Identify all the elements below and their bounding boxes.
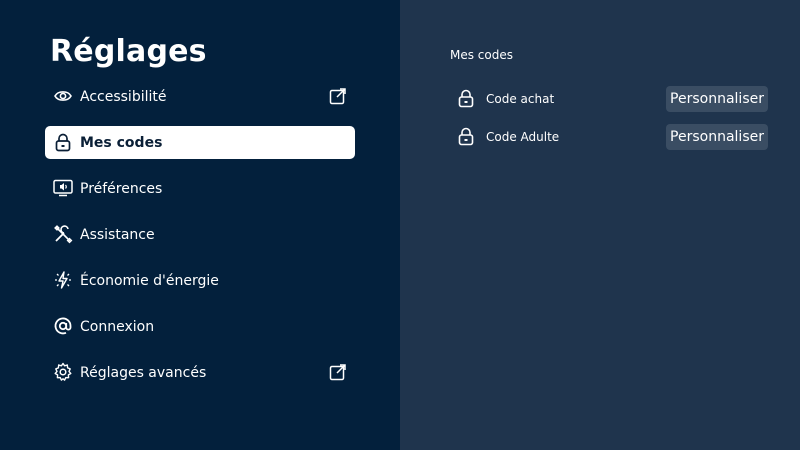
external-link-icon — [329, 363, 347, 381]
menu-item-preferences[interactable]: Préférences — [45, 172, 355, 205]
personnaliser-button[interactable]: Personnaliser — [666, 124, 768, 150]
energy-icon — [53, 270, 73, 290]
code-row-achat: Code achat Personnaliser — [458, 86, 768, 112]
lock-icon — [458, 127, 476, 147]
code-label: Code achat — [486, 92, 555, 106]
menu-item-assistance[interactable]: Assistance — [45, 218, 355, 251]
menu-item-reglages-avances[interactable]: Réglages avancés — [45, 356, 355, 389]
codes-panel: Mes codes Code achat Personnaliser Code … — [400, 0, 800, 450]
menu-item-label: Connexion — [80, 318, 155, 335]
tv-sound-icon — [53, 178, 73, 198]
personnaliser-button[interactable]: Personnaliser — [666, 86, 768, 112]
page-title: Réglages — [50, 34, 207, 69]
menu-item-label: Accessibilité — [80, 88, 167, 105]
menu-item-accessibilite[interactable]: Accessibilité — [45, 80, 355, 113]
menu-item-label: Assistance — [80, 226, 155, 243]
external-link-icon — [329, 87, 347, 105]
menu-item-label: Mes codes — [80, 134, 163, 151]
settings-menu: Accessibilité Mes codes Préférences Assi… — [45, 80, 355, 402]
menu-item-label: Économie d'énergie — [80, 272, 219, 289]
menu-item-economie-energie[interactable]: Économie d'énergie — [45, 264, 355, 297]
menu-item-mes-codes[interactable]: Mes codes — [45, 126, 355, 159]
menu-item-connexion[interactable]: Connexion — [45, 310, 355, 343]
code-row-adulte: Code Adulte Personnaliser — [458, 124, 768, 150]
settings-screen: Réglages Accessibilité Mes codes Préfére… — [0, 0, 800, 450]
menu-item-label: Réglages avancés — [80, 364, 207, 381]
eye-icon — [53, 86, 73, 106]
section-title: Mes codes — [450, 48, 513, 62]
lock-icon — [53, 132, 73, 152]
tools-icon — [53, 224, 73, 244]
settings-sidebar: Réglages Accessibilité Mes codes Préfére… — [0, 0, 400, 450]
at-icon — [53, 316, 73, 336]
gear-icon — [53, 362, 73, 382]
code-label: Code Adulte — [486, 130, 560, 144]
menu-item-label: Préférences — [80, 180, 163, 197]
lock-icon — [458, 89, 476, 109]
